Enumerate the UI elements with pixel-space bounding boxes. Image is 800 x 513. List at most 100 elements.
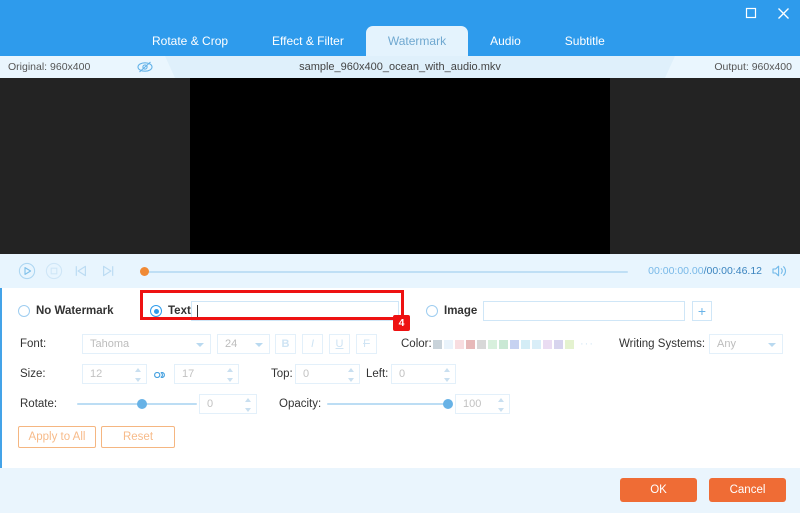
- rotate-slider[interactable]: [77, 397, 197, 411]
- editor-tab-bar: Rotate & Crop Effect & Filter Watermark …: [0, 26, 800, 56]
- text-watermark-radio[interactable]: [150, 305, 162, 317]
- color-swatch[interactable]: [477, 339, 486, 349]
- ok-label: OK: [650, 484, 667, 496]
- image-watermark-radio[interactable]: [426, 305, 438, 317]
- play-circle-icon[interactable]: [17, 261, 37, 281]
- link-chain-icon[interactable]: [152, 368, 166, 380]
- reset-label: Reset: [122, 431, 154, 443]
- video-preview-area[interactable]: [0, 78, 800, 254]
- bold-label: B: [281, 338, 290, 350]
- underline-button[interactable]: U: [329, 334, 350, 354]
- color-swatch[interactable]: [554, 339, 563, 349]
- text-watermark-option[interactable]: Text: [150, 305, 191, 317]
- size-height-value: 17: [182, 368, 195, 380]
- time-display: 00:00:00.00 / 00:00:46.12: [648, 254, 762, 288]
- watermark-text-input[interactable]: [191, 301, 399, 321]
- size-label: Size:: [20, 368, 46, 380]
- rotate-slider-handle[interactable]: [137, 399, 147, 409]
- opacity-input[interactable]: 100: [455, 394, 510, 414]
- annotation-step-badge: 4: [393, 315, 410, 331]
- bold-button[interactable]: B: [275, 334, 296, 354]
- image-watermark-option[interactable]: Image: [426, 305, 477, 317]
- writing-systems-value: Any: [717, 338, 736, 350]
- stepper-arrows[interactable]: [497, 398, 504, 412]
- tab-audio[interactable]: Audio: [468, 26, 543, 56]
- stepper-arrows[interactable]: [443, 368, 450, 382]
- size-height-input[interactable]: 17: [174, 364, 239, 384]
- tab-rotate-crop[interactable]: Rotate & Crop: [130, 26, 250, 56]
- color-swatch[interactable]: [532, 339, 541, 349]
- image-watermark-label: Image: [444, 305, 478, 317]
- reset-button[interactable]: Reset: [101, 426, 175, 448]
- font-family-select[interactable]: Tahoma: [82, 334, 211, 354]
- color-swatch[interactable]: [444, 339, 453, 349]
- tab-label: Effect & Filter: [272, 34, 344, 48]
- opacity-slider[interactable]: [327, 397, 453, 411]
- rotate-value: 0: [207, 398, 214, 410]
- title-bar: [0, 0, 800, 26]
- size-position-row: Size: 12 17 Top: 0 Left: 0: [2, 364, 800, 384]
- top-value: 0: [303, 368, 310, 380]
- stepper-arrows[interactable]: [347, 368, 354, 382]
- seek-handle[interactable]: [140, 267, 149, 276]
- stop-circle-icon[interactable]: [44, 261, 64, 281]
- color-swatch-list[interactable]: ···: [433, 338, 594, 350]
- color-swatch[interactable]: [499, 339, 508, 349]
- stepper-arrows[interactable]: [244, 398, 251, 412]
- eye-slash-icon[interactable]: [136, 59, 154, 75]
- apply-to-all-button[interactable]: Apply to All: [18, 426, 96, 448]
- no-watermark-radio[interactable]: [18, 305, 30, 317]
- color-swatch[interactable]: [565, 339, 574, 349]
- opacity-label: Opacity:: [279, 398, 322, 410]
- rotate-input[interactable]: 0: [199, 394, 257, 414]
- watermark-image-path-input[interactable]: [483, 301, 685, 321]
- current-time: 00:00:00.00: [648, 265, 704, 277]
- add-image-button[interactable]: +: [692, 301, 712, 321]
- writing-systems-select[interactable]: Any: [709, 334, 783, 354]
- cancel-label: Cancel: [729, 484, 766, 496]
- color-swatch[interactable]: [521, 339, 530, 349]
- strikethrough-button[interactable]: F: [356, 334, 377, 354]
- color-swatch[interactable]: [466, 339, 475, 349]
- color-label: Color:: [401, 338, 432, 350]
- close-icon[interactable]: [774, 4, 792, 22]
- seek-slider[interactable]: [140, 267, 628, 276]
- next-frame-icon[interactable]: [98, 261, 118, 281]
- rotate-opacity-row: Rotate: 0 Opacity: 100: [2, 394, 800, 414]
- color-swatch[interactable]: [455, 339, 464, 349]
- size-width-input[interactable]: 12: [82, 364, 147, 384]
- left-label: Left:: [366, 368, 389, 380]
- text-watermark-label: Text: [168, 305, 191, 317]
- tab-effect-filter[interactable]: Effect & Filter: [250, 26, 366, 56]
- color-swatch[interactable]: [433, 339, 442, 349]
- font-row: Font: Tahoma 24 B I U F Color: ··· Writi…: [2, 334, 800, 354]
- total-time: 00:00:46.12: [706, 265, 762, 277]
- maximize-icon[interactable]: [742, 4, 760, 22]
- previous-frame-icon[interactable]: [71, 261, 91, 281]
- color-swatch[interactable]: [488, 339, 497, 349]
- tab-watermark[interactable]: Watermark: [365, 26, 469, 56]
- opacity-slider-handle[interactable]: [443, 399, 453, 409]
- size-width-value: 12: [90, 368, 103, 380]
- chevron-down-icon: [196, 343, 204, 347]
- cancel-button[interactable]: Cancel: [709, 478, 786, 502]
- font-size-select[interactable]: 24: [217, 334, 270, 354]
- top-input[interactable]: 0: [295, 364, 360, 384]
- ok-button[interactable]: OK: [620, 478, 697, 502]
- color-swatch[interactable]: [510, 339, 519, 349]
- volume-icon[interactable]: [771, 263, 788, 279]
- stepper-arrows[interactable]: [134, 368, 141, 382]
- no-watermark-option[interactable]: No Watermark: [18, 305, 114, 317]
- left-input[interactable]: 0: [391, 364, 456, 384]
- opacity-slider-track: [327, 403, 452, 405]
- more-colors-button[interactable]: ···: [580, 338, 594, 350]
- chevron-down-icon: [255, 343, 263, 347]
- top-label: Top:: [271, 368, 293, 380]
- font-family-value: Tahoma: [90, 338, 130, 350]
- underline-label: U: [335, 338, 344, 350]
- color-swatch[interactable]: [543, 339, 552, 349]
- no-watermark-label: No Watermark: [36, 305, 114, 317]
- italic-button[interactable]: I: [302, 334, 323, 354]
- tab-subtitle[interactable]: Subtitle: [543, 26, 627, 56]
- stepper-arrows[interactable]: [226, 368, 233, 382]
